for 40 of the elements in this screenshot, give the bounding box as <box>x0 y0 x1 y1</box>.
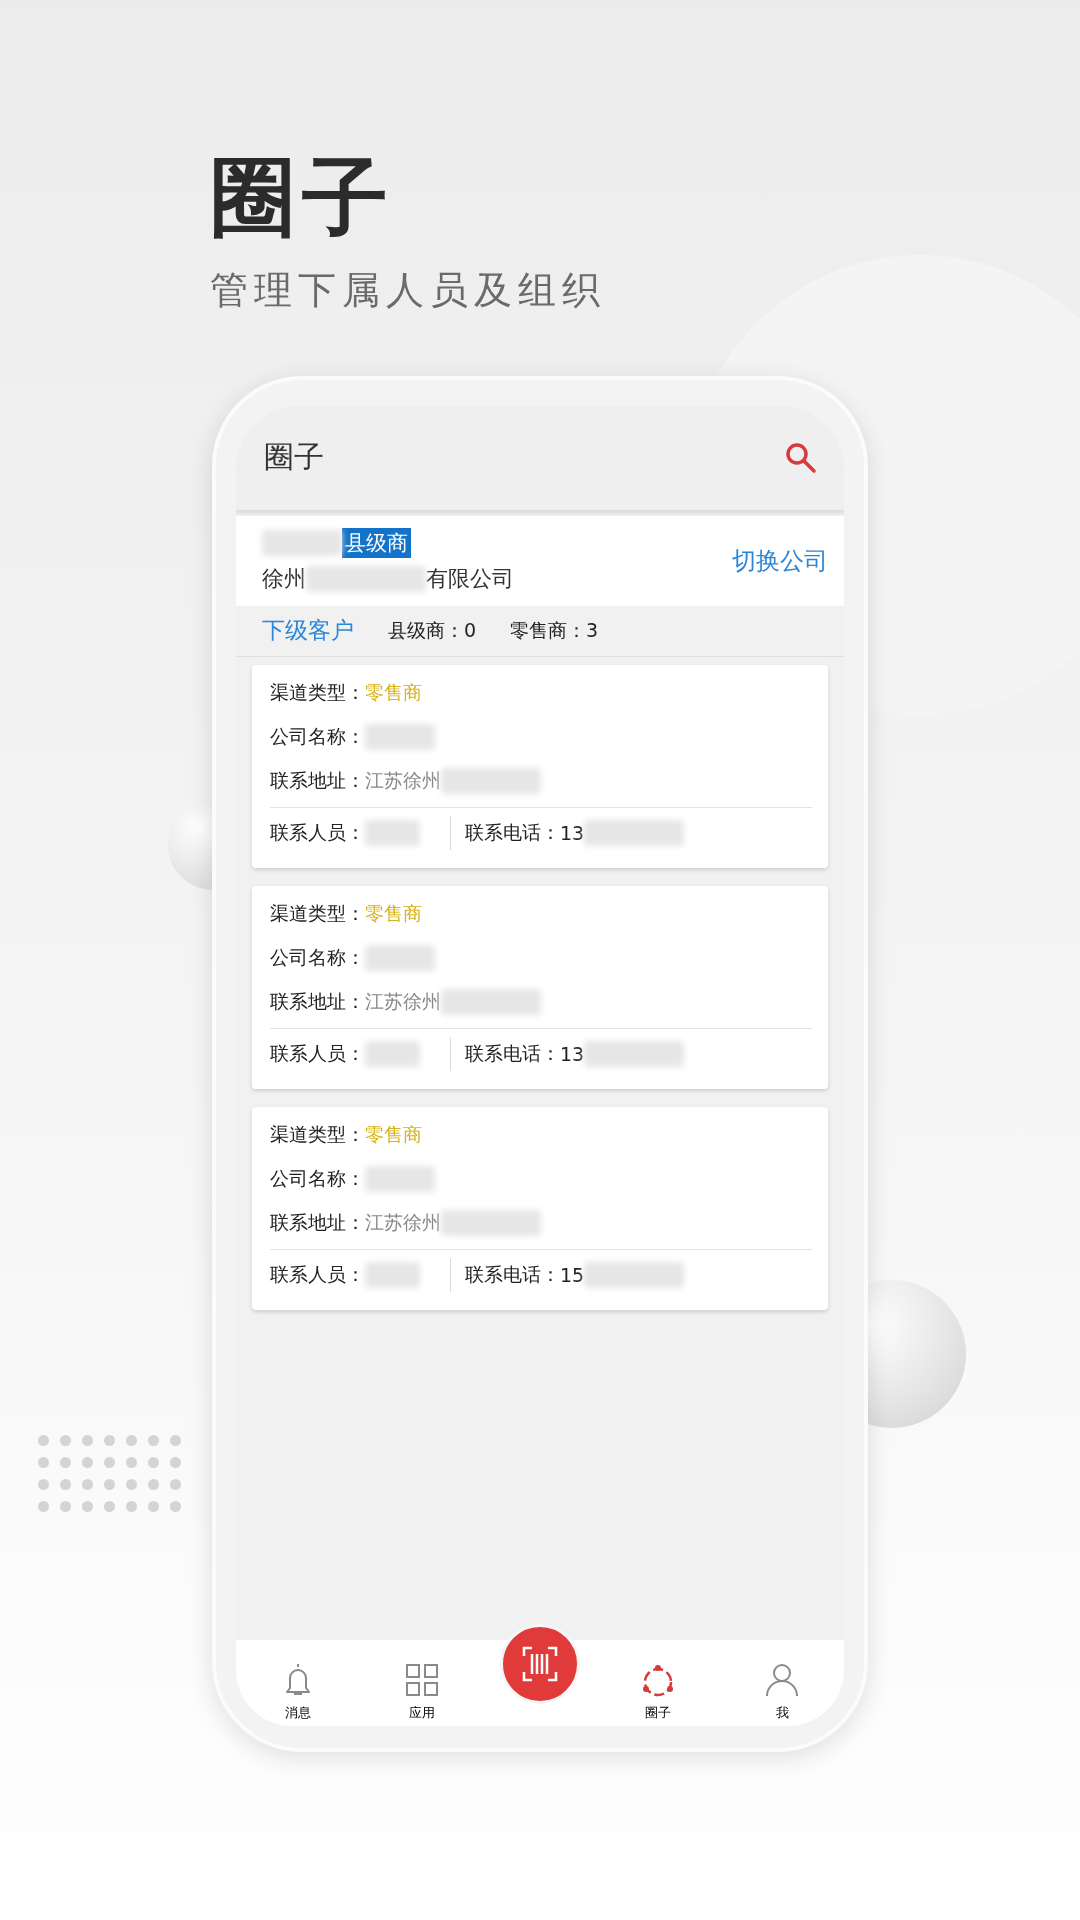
nav-tab[interactable]: 应用 <box>360 1639 484 1726</box>
nav-tab[interactable]: 消息 <box>236 1639 360 1726</box>
field-label: 联系人员： <box>270 1261 365 1287</box>
field-label: 公司名称： <box>270 944 365 970</box>
company-name: 有限公司 <box>426 564 514 593</box>
field-label: 公司名称： <box>270 1165 365 1191</box>
field-value: 零售商 <box>365 679 422 705</box>
field-label: 联系电话： <box>465 1261 560 1287</box>
field-value: 15 <box>560 1263 585 1286</box>
field-label: 联系人员： <box>270 1040 365 1066</box>
customer-card[interactable]: 渠道类型：零售商 公司名称： 联系地址：江苏徐州 联系人员： 联系电话：15 <box>252 1106 828 1310</box>
field-value: 江苏徐州 <box>365 767 441 793</box>
field-label: 联系地址： <box>270 988 365 1014</box>
field-value: 13 <box>560 1042 585 1065</box>
level-tag: 县级商 <box>342 527 411 558</box>
field-label: 渠道类型： <box>270 679 365 705</box>
nav-tab[interactable]: 我 <box>720 1639 844 1726</box>
field-label: 联系电话： <box>465 819 560 845</box>
customer-card[interactable]: 渠道类型：零售商 公司名称： 联系地址：江苏徐州 联系人员： 联系电话：13 <box>252 664 828 868</box>
field-label: 公司名称： <box>270 723 365 749</box>
field-value: 零售商 <box>365 1121 422 1147</box>
count-stat: 县级商：0 <box>388 617 477 643</box>
switch-company-link[interactable]: 切换公司 <box>732 544 828 577</box>
field-label: 联系人员： <box>270 819 365 845</box>
app-title: 圈子 <box>264 438 324 477</box>
company-name: 徐州 <box>262 564 306 593</box>
field-value: 江苏徐州 <box>365 1209 441 1235</box>
field-value: 零售商 <box>365 900 422 926</box>
field-label: 渠道类型： <box>270 900 365 926</box>
field-label: 联系地址： <box>270 767 365 793</box>
customer-card[interactable]: 渠道类型：零售商 公司名称： 联系地址：江苏徐州 联系人员： 联系电话：13 <box>252 885 828 1089</box>
nav-tab[interactable]: 圈子 <box>596 1639 720 1726</box>
field-value: 江苏徐州 <box>365 988 441 1014</box>
field-label: 联系地址： <box>270 1209 365 1235</box>
field-label: 联系电话： <box>465 1040 560 1066</box>
field-value: 13 <box>560 821 585 844</box>
headline-subtitle: 管理下属人员及组织 <box>210 266 607 314</box>
headline-title: 圈子 <box>210 150 395 245</box>
field-label: 渠道类型： <box>270 1121 365 1147</box>
count-stat: 零售商：3 <box>510 617 599 643</box>
